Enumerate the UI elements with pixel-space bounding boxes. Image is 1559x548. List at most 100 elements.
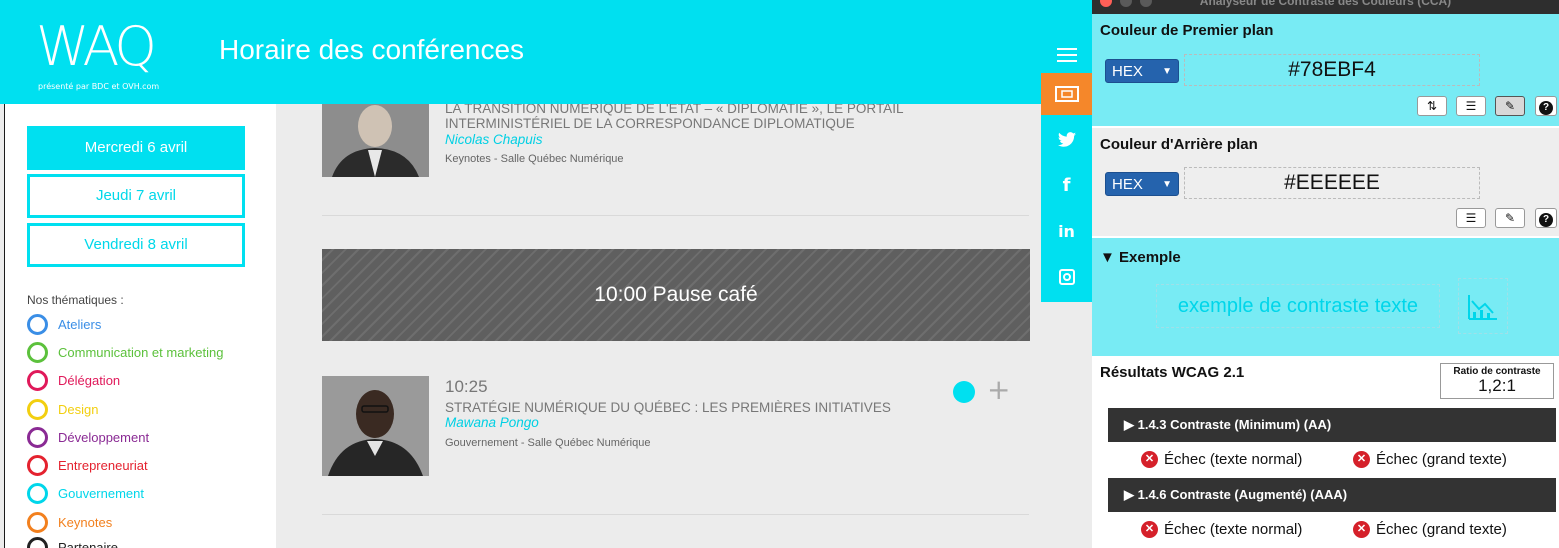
waq-logo[interactable]: WAQ présenté par BDC et OVH.com [36,20,186,100]
theme-item[interactable]: Entrepreneuriat [27,454,148,476]
fail-icon: ✕ [1141,521,1158,538]
logo-mark: WAQ [36,15,157,78]
result-large-text: ✕ Échec (grand texte) [1353,451,1507,468]
linkedin-icon[interactable]: in [1041,208,1092,254]
conference-website: WAQ présenté par BDC et OVH.com Horaire … [0,0,1092,548]
theme-item[interactable]: Développement [27,426,149,448]
contrast-analyser-window: Analyseur de Contraste des Couleurs (CCA… [1092,0,1559,548]
coffee-break-block: 10:00 Pause café [322,249,1030,341]
contrast-ratio-box: Ratio de contraste 1,2:1 [1440,363,1554,399]
menu-icon[interactable] [1041,32,1092,78]
facebook-icon[interactable]: f [1041,162,1092,208]
theme-item[interactable]: Keynotes [27,511,112,533]
foreground-format-value: HEX [1112,63,1143,80]
theme-label: Entrepreneuriat [58,457,148,473]
result-label: Échec (grand texte) [1376,521,1507,538]
theme-item[interactable]: Ateliers [27,313,101,335]
day-button-friday[interactable]: Vendredi 8 avril [27,223,245,267]
session-room: Keynotes - Salle Québec Numérique [445,153,624,165]
eyedropper-icon[interactable]: ✎ [1495,208,1525,228]
session-title-line2[interactable]: INTERMINISTÉRIEL DE LA CORRESPONDANCE DI… [445,116,855,132]
example-toggle[interactable]: ▼ Exemple [1100,249,1181,266]
result-label: Échec (grand texte) [1376,451,1507,468]
theme-ring-icon [27,482,48,504]
theme-ring-icon [27,341,48,363]
session-room: Gouvernement - Salle Québec Numérique [445,437,651,449]
theme-ring-icon [27,454,48,476]
window-titlebar: Analyseur de Contraste des Couleurs (CCA… [1092,0,1559,14]
logo-sponsors: présenté par BDC et OVH.com [38,82,160,91]
session-speaker[interactable]: Nicolas Chapuis [445,132,543,147]
sliders-icon[interactable]: ☰ [1456,96,1486,116]
ticket-icon[interactable] [1041,73,1092,115]
help-icon[interactable]: ? [1535,96,1557,116]
theme-item[interactable]: Partenaire [27,536,118,548]
instagram-icon[interactable] [1041,254,1092,300]
chevron-down-icon: ▼ [1162,66,1172,77]
theme-ring-icon [27,511,48,533]
sliders-icon[interactable]: ☰ [1456,208,1486,228]
foreground-section: Couleur de Premier plan HEX ▼ #78EBF4 ⇅ ☰… [1092,14,1559,126]
criterion-143-toggle[interactable]: ▶ 1.4.3 Contraste (Minimum) (AA) [1108,408,1556,442]
theme-label: Ateliers [58,316,102,332]
session-speaker[interactable]: Mawana Pongo [445,415,539,430]
site-header: WAQ présenté par BDC et OVH.com Horaire … [0,0,1092,104]
swap-colors-icon[interactable]: ⇅ [1417,96,1447,116]
theme-label: Délégation [58,372,121,388]
example-section: ▼ Exemple exemple de contraste texte [1092,238,1559,356]
theme-item[interactable]: Design [27,398,98,420]
foreground-format-select[interactable]: HEX ▼ [1105,59,1179,83]
window-title: Analyseur de Contraste des Couleurs (CCA… [1199,0,1452,8]
themes-heading: Nos thématiques : [27,293,124,307]
theme-item[interactable]: Gouvernement [27,482,144,504]
theme-item[interactable]: Communication et marketing [27,341,223,363]
background-section: Couleur d'Arrière plan HEX ▼ #EEEEEE ☰ ✎ … [1092,128,1559,236]
add-to-schedule-button[interactable]: + [987,376,1010,404]
theme-ring-icon [27,313,48,335]
theme-ring-icon [27,426,48,448]
background-label: Couleur d'Arrière plan [1100,136,1258,153]
speaker-photo [322,376,429,476]
result-normal-text: ✕ Échec (texte normal) [1141,451,1302,468]
schedule-main: LA TRANSITION NUMÉRIQUE DE L'ÉTAT – « DI… [276,101,1092,548]
example-text-preview: exemple de contraste texte [1156,284,1440,328]
theme-label: Design [58,401,99,417]
result-label: Échec (texte normal) [1164,521,1303,538]
social-sidebar: f in [1041,32,1092,302]
page-title: Horaire des conférences [219,34,525,65]
day-button-thursday[interactable]: Jeudi 7 avril [27,174,245,218]
theme-label: Développement [58,429,150,445]
background-format-value: HEX [1112,176,1143,193]
foreground-hex-input[interactable]: #78EBF4 [1184,54,1480,86]
twitter-icon[interactable] [1041,116,1092,162]
theme-label: Keynotes [58,514,113,530]
session-time: 10:25 [445,377,488,396]
theme-label: Communication et marketing [58,344,224,360]
result-normal-text: ✕ Échec (texte normal) [1141,521,1302,538]
background-format-select[interactable]: HEX ▼ [1105,172,1179,196]
criterion-146-toggle[interactable]: ▶ 1.4.6 Contraste (Augmenté) (AAA) [1108,478,1556,512]
schedule-sidebar: Mercredi 6 avril Jeudi 7 avril Vendredi … [4,104,276,548]
day-button-wednesday[interactable]: Mercredi 6 avril [27,126,245,170]
fail-icon: ✕ [1353,521,1370,538]
wcag-results-label: Résultats WCAG 2.1 [1100,364,1245,381]
theme-item[interactable]: Délégation [27,369,120,391]
speaker-photo [322,104,429,177]
theme-label: Partenaire [58,539,118,548]
fail-icon: ✕ [1353,451,1370,468]
contrast-ratio-value: 1,2:1 [1478,376,1516,395]
result-large-text: ✕ Échec (grand texte) [1353,521,1507,538]
session-title[interactable]: STRATÉGIE NUMÉRIQUE DU QUÉBEC : LES PREM… [445,400,891,416]
session-divider [322,215,1029,216]
theme-ring-icon [27,536,48,548]
background-hex-input[interactable]: #EEEEEE [1184,167,1480,199]
help-icon[interactable]: ? [1535,208,1557,228]
favorite-dot-icon[interactable] [953,381,975,403]
theme-label: Gouvernement [58,485,144,501]
eyedropper-icon[interactable]: ✎ [1495,96,1525,116]
theme-ring-icon [27,398,48,420]
session-divider [322,514,1029,515]
fail-icon: ✕ [1141,451,1158,468]
chevron-down-icon: ▼ [1162,179,1172,190]
chart-preview-icon [1458,278,1508,334]
